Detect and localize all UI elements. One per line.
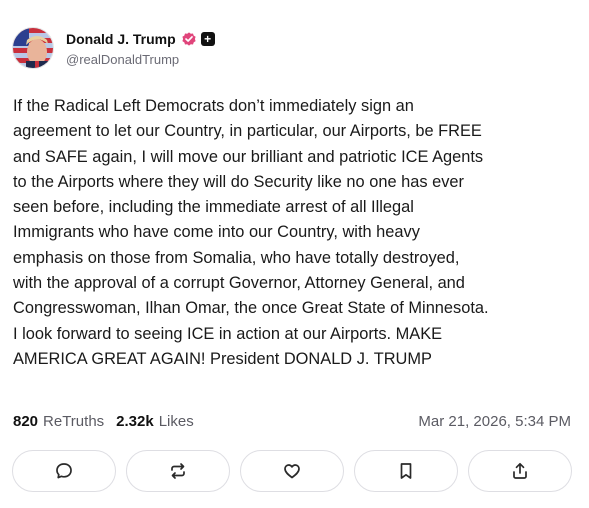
action-bar xyxy=(12,450,572,492)
like-button[interactable] xyxy=(240,450,344,492)
comment-icon xyxy=(56,463,72,479)
share-button[interactable] xyxy=(468,450,572,492)
author-names: Donald J. Trump + @realDonaldTrump xyxy=(66,30,215,67)
plus-badge-icon: + xyxy=(200,31,215,46)
bookmark-icon xyxy=(400,463,412,479)
likes-label: Likes xyxy=(158,413,194,430)
post-card: Donald J. Trump + @realDonaldTrump If th… xyxy=(0,0,589,508)
retruth-button[interactable] xyxy=(126,450,230,492)
bookmark-button[interactable] xyxy=(354,450,458,492)
avatar[interactable] xyxy=(12,27,54,69)
avatar-image xyxy=(13,28,53,68)
retruths-label: ReTruths xyxy=(43,413,105,430)
post-stats: 820 ReTruths 2.32k Likes Mar 21, 2026, 5… xyxy=(13,413,571,430)
verified-badge-icon xyxy=(182,31,196,46)
heart-icon xyxy=(284,464,300,479)
share-icon xyxy=(513,462,527,479)
post-text: If the Radical Left Democrats don’t imme… xyxy=(13,97,489,368)
author-display-name[interactable]: Donald J. Trump xyxy=(66,31,176,47)
retruth-icon xyxy=(171,463,185,479)
post-timestamp[interactable]: Mar 21, 2026, 5:34 PM xyxy=(418,413,571,430)
reply-button[interactable] xyxy=(12,450,116,492)
likes-count: 2.32k xyxy=(116,413,154,430)
likes-stat[interactable]: 2.32k Likes xyxy=(116,413,194,430)
retruths-count: 820 xyxy=(13,413,39,430)
retruths-stat[interactable]: 820 ReTruths xyxy=(13,413,104,430)
post-header: Donald J. Trump + @realDonaldTrump xyxy=(12,27,215,69)
name-row: Donald J. Trump + xyxy=(66,30,215,48)
author-handle[interactable]: @realDonaldTrump xyxy=(66,52,215,67)
